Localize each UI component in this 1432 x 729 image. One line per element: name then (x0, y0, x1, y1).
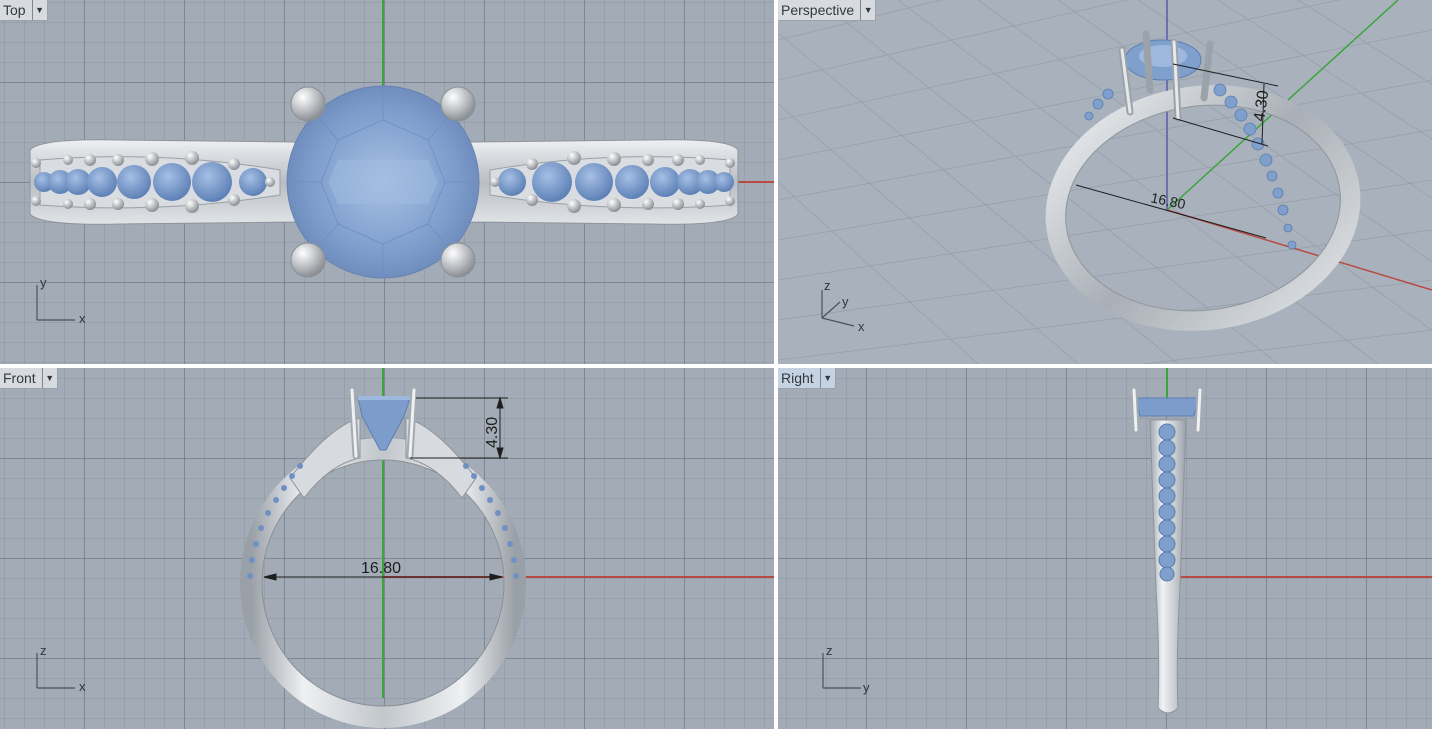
dropdown-arrow-icon[interactable]: ▼ (819, 368, 835, 388)
axis-icon-top (36, 285, 75, 321)
viewport-tab-perspective[interactable]: Perspective ▼ (778, 0, 877, 21)
right-view-scene: z y (822, 368, 1432, 714)
viewport-title: Perspective (781, 2, 855, 18)
axis-icon-right (822, 653, 861, 689)
viewport-tab-right[interactable]: Right ▼ (778, 368, 836, 389)
dropdown-arrow-icon[interactable]: ▼ (860, 0, 875, 20)
dropdown-arrow-icon[interactable]: ▼ (41, 368, 57, 388)
top-view-scene: y x (29, 0, 774, 326)
viewport-top[interactable]: Top ▼ y x (0, 0, 774, 364)
viewport-title: Front (3, 370, 36, 386)
axis-label-x: x (858, 319, 865, 334)
axis-label-v: y (40, 275, 47, 290)
viewport-tab-front[interactable]: Front ▼ (0, 368, 58, 389)
dimension-width-label: 16.80 (1149, 189, 1187, 212)
perspective-view-scene: 4.30 16.80 z y x (778, 0, 1432, 364)
viewport-right[interactable]: Right ▼ z y (778, 368, 1432, 729)
viewport-tab-top[interactable]: Top ▼ (0, 0, 48, 21)
axis-icon-front (36, 653, 75, 689)
center-stone-right (1135, 397, 1199, 417)
axis-label-z: z (824, 278, 831, 293)
axis-label-h: y (863, 680, 870, 695)
axis-label-h: x (79, 311, 86, 326)
dimension-height-label: 4.30 (484, 417, 501, 448)
viewport-front[interactable]: Front ▼ 4.30 16.80 z x (0, 368, 774, 729)
viewport-title: Right (781, 370, 814, 386)
axis-icon-perspective (821, 290, 855, 327)
axis-label-v: z (40, 643, 47, 658)
dimension-width-label: 16.80 (361, 560, 401, 577)
front-view-scene: 4.30 16.80 z x (36, 368, 774, 728)
axis-label-h: x (79, 679, 86, 694)
axis-label-v: z (826, 643, 833, 658)
axis-label-y: y (842, 294, 849, 309)
viewport-perspective[interactable]: Perspective ▼ 4.30 16.80 z y x (778, 0, 1432, 364)
viewport-title: Top (3, 2, 26, 18)
dropdown-arrow-icon[interactable]: ▼ (31, 0, 47, 20)
